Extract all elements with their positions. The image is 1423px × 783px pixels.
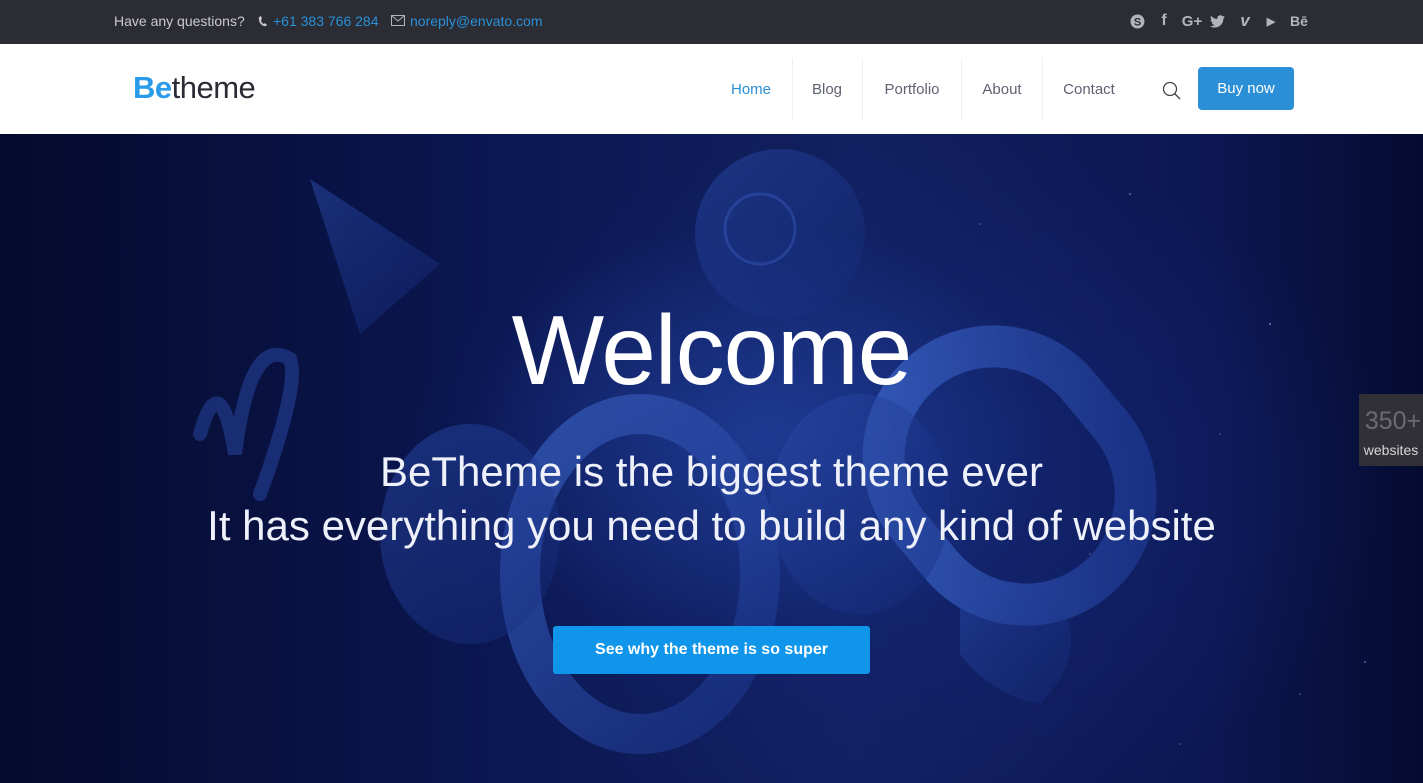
logo[interactable]: Betheme [133,70,256,106]
logo-be: Be [133,70,172,105]
websites-count: 350+ [1364,407,1422,435]
svg-text:S: S [1133,16,1140,28]
email-link[interactable]: noreply@envato.com [410,13,543,29]
phone-icon [258,16,267,27]
websites-count-badge[interactable]: 350+ websites [1359,394,1423,466]
cta-button[interactable]: See why the theme is so super [553,626,870,674]
hero-title: Welcome [511,295,913,405]
search-icon[interactable] [1162,81,1182,101]
nav-home[interactable]: Home [716,58,786,120]
phone-link[interactable]: +61 383 766 284 [273,13,379,29]
hero-subtitle-line2: It has everything you need to build any … [207,502,1216,549]
nav-about[interactable]: About [965,58,1039,120]
nav-portfolio[interactable]: Portfolio [866,58,958,120]
facebook-icon[interactable]: f [1156,11,1172,31]
buy-now-button[interactable]: Buy now [1198,67,1294,110]
nav-divider [862,58,863,120]
hero-subtitle-line1: BeTheme is the biggest theme ever [379,448,1044,495]
envelope-icon [391,15,405,26]
google-plus-icon[interactable]: G+ [1181,11,1203,31]
twitter-icon[interactable] [1208,11,1226,31]
logo-theme: theme [171,70,256,105]
websites-label: websites [1363,442,1419,458]
hero-section: Welcome BeTheme is the biggest theme eve… [0,134,1423,783]
youtube-icon[interactable]: ▶ [1263,11,1279,31]
nav-blog[interactable]: Blog [796,58,858,120]
top-bar: Have any questions? +61 383 766 284 nore… [0,0,1423,44]
questions-text: Have any questions? [114,13,245,29]
skype-icon[interactable]: S [1128,11,1146,31]
behance-icon[interactable]: Bē [1288,11,1310,31]
nav-divider [1042,58,1043,120]
nav-divider [961,58,962,120]
nav-contact[interactable]: Contact [1046,58,1132,120]
vimeo-icon[interactable]: v [1236,11,1254,31]
nav-divider [792,58,793,120]
